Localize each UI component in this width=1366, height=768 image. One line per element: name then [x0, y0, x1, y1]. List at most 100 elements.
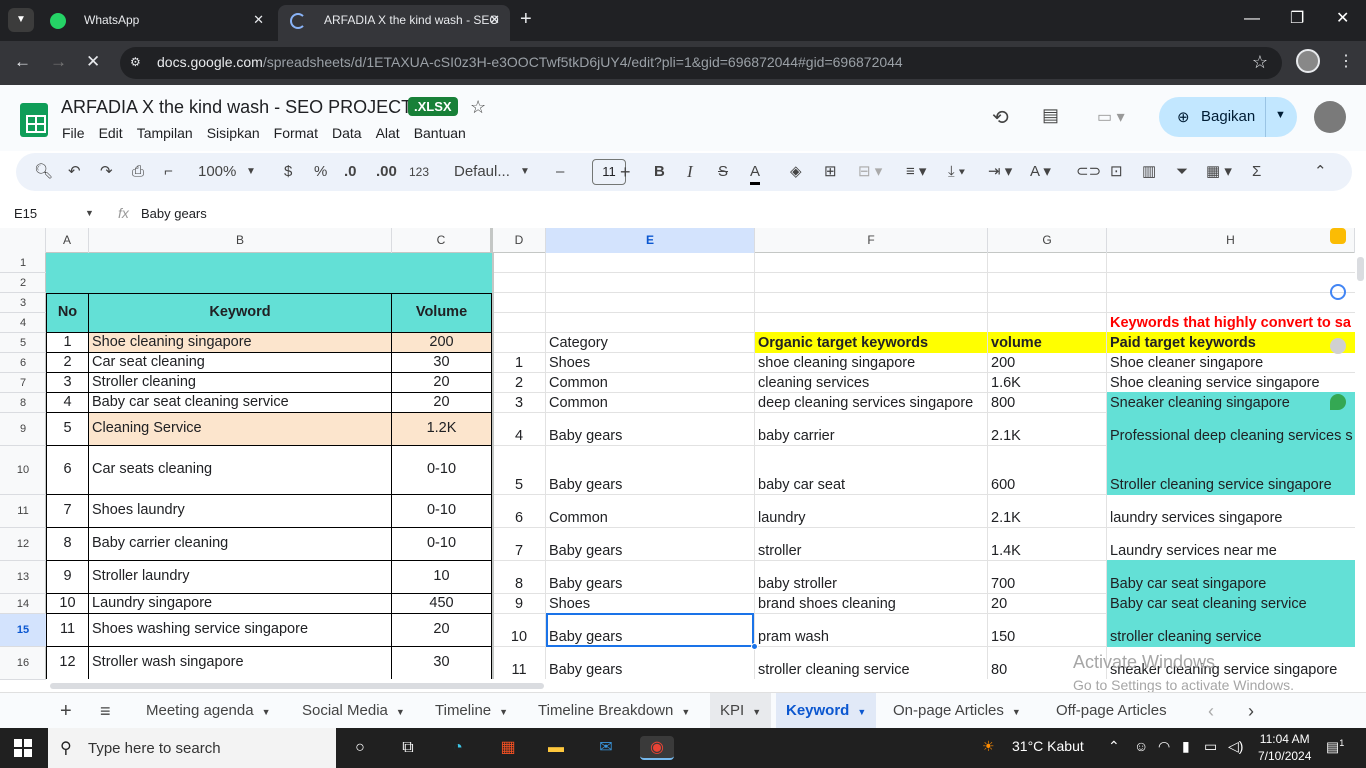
- text-color-button[interactable]: A: [750, 162, 761, 185]
- table-cell[interactable]: Baby car seat singapore: [1107, 560, 1355, 594]
- account-avatar[interactable]: [1314, 101, 1346, 133]
- table-cell[interactable]: 7: [493, 527, 545, 561]
- print-icon[interactable]: ⎙: [132, 162, 144, 182]
- tab-social-media[interactable]: Social Media ▼: [292, 693, 415, 729]
- text-rotate-icon[interactable]: A ▾: [1030, 162, 1051, 182]
- windows-start-icon[interactable]: [14, 739, 32, 757]
- collapse-toolbar-icon[interactable]: ⌃: [1314, 162, 1327, 182]
- column-header-f[interactable]: F: [755, 228, 988, 253]
- header-organic-keywords[interactable]: Organic target keywords: [755, 332, 987, 353]
- table-cell[interactable]: 20: [391, 392, 492, 413]
- menu-insert[interactable]: Sisipkan: [207, 125, 260, 141]
- vertical-align-icon[interactable]: ⤓ ▾: [948, 162, 965, 182]
- table-cell[interactable]: 20: [988, 593, 1106, 614]
- url-bar[interactable]: ⚙ docs.google.com/spreadsheets/d/1ETAXUA…: [120, 47, 1282, 79]
- select-all-corner[interactable]: [0, 228, 46, 253]
- menu-help[interactable]: Bantuan: [414, 125, 466, 141]
- table-cell[interactable]: 8: [493, 560, 545, 594]
- table-cell[interactable]: 6: [46, 445, 89, 495]
- table-cell[interactable]: 9: [493, 593, 545, 614]
- column-header-c[interactable]: C: [392, 228, 493, 253]
- row-header[interactable]: 13: [0, 561, 46, 594]
- zoom-select[interactable]: 100%: [198, 162, 236, 182]
- table-cell[interactable]: 200: [988, 352, 1106, 373]
- table-cell[interactable]: 10: [391, 560, 492, 594]
- browser-tab-whatsapp[interactable]: WhatsApp ✕: [38, 5, 274, 41]
- table-cell[interactable]: Shoe cleaning singapore: [88, 332, 392, 353]
- table-cell[interactable]: Shoes: [546, 593, 754, 614]
- table-cell[interactable]: 1.6K: [988, 372, 1106, 393]
- menu-data[interactable]: Data: [332, 125, 362, 141]
- table-cell[interactable]: 5: [46, 412, 89, 446]
- header-volume[interactable]: volume: [988, 332, 1106, 353]
- table-cell[interactable]: 600: [988, 445, 1106, 495]
- table-cell[interactable]: 0-10: [391, 527, 492, 561]
- filter-views-icon[interactable]: ▦ ▾: [1206, 162, 1232, 182]
- profile-avatar[interactable]: [1296, 49, 1320, 73]
- add-sheet-button[interactable]: +: [50, 693, 82, 729]
- browser-menu-icon[interactable]: ⋮: [1338, 51, 1354, 71]
- tab-kpi[interactable]: KPI ▼: [710, 693, 772, 729]
- formula-input[interactable]: Baby gears: [141, 206, 207, 221]
- table-cell[interactable]: deep cleaning services singapore: [755, 392, 987, 413]
- table-cell[interactable]: baby carrier: [755, 412, 987, 446]
- table-cell[interactable]: 20: [391, 613, 492, 647]
- percent-format-button[interactable]: %: [314, 162, 327, 182]
- paid-keywords-title[interactable]: Keywords that highly convert to sa: [1107, 312, 1355, 333]
- star-icon[interactable]: ☆: [470, 97, 486, 118]
- menu-edit[interactable]: Edit: [99, 125, 123, 141]
- table-cell[interactable]: Car seat cleaning: [88, 352, 392, 373]
- table-cell[interactable]: stroller cleaning service: [1107, 613, 1355, 647]
- minimize-icon[interactable]: —: [1244, 8, 1260, 30]
- table-cell[interactable]: 6: [493, 494, 545, 528]
- vertical-scrollbar[interactable]: [1355, 253, 1366, 679]
- column-header-g[interactable]: G: [988, 228, 1107, 253]
- decrease-decimal-button[interactable]: .0: [344, 162, 357, 182]
- table-cell[interactable]: Stroller cleaning: [88, 372, 392, 393]
- table-cell[interactable]: Laundry services near me: [1107, 527, 1355, 561]
- table-cell[interactable]: 30: [391, 352, 492, 373]
- table-cell[interactable]: Baby gears: [546, 646, 754, 679]
- tab-meeting-agenda[interactable]: Meeting agenda ▼: [136, 693, 281, 729]
- table-cell[interactable]: 800: [988, 392, 1106, 413]
- italic-button[interactable]: I: [687, 162, 693, 182]
- table-cell[interactable]: 2.1K: [988, 494, 1106, 528]
- volume-icon[interactable]: ◁): [1228, 738, 1243, 755]
- tasks-icon[interactable]: [1330, 284, 1346, 300]
- maps-icon[interactable]: [1330, 394, 1346, 410]
- column-header-h[interactable]: H: [1107, 228, 1355, 253]
- text-wrap-icon[interactable]: ⇥ ▾: [988, 162, 1012, 182]
- microphone-icon[interactable]: ▮: [1182, 738, 1190, 755]
- table-cell[interactable]: Car seats cleaning: [88, 445, 392, 495]
- decrease-font-size-button[interactable]: –: [556, 162, 564, 182]
- table-cell[interactable]: 4: [493, 412, 545, 446]
- table-cell[interactable]: Baby gears: [546, 527, 754, 561]
- sheets-logo-icon[interactable]: [20, 103, 48, 137]
- browser-tab-sheets[interactable]: ARFADIA X the kind wash - SEO ✕: [278, 5, 510, 41]
- increase-decimal-button[interactable]: .00: [376, 162, 397, 182]
- bold-button[interactable]: B: [654, 162, 665, 182]
- fill-color-icon[interactable]: ◈: [790, 162, 802, 182]
- comment-icon[interactable]: ▤: [1042, 105, 1059, 126]
- table-cell[interactable]: 3: [46, 372, 89, 393]
- table-cell[interactable]: Stroller laundry: [88, 560, 392, 594]
- table-cell[interactable]: Common: [546, 392, 754, 413]
- scroll-thumb[interactable]: [1357, 257, 1364, 281]
- keep-icon[interactable]: [1330, 228, 1346, 244]
- taskbar-search-box[interactable]: ⚲ Type here to search: [48, 728, 336, 768]
- table-cell[interactable]: Sneaker cleaning singapore: [1107, 392, 1355, 413]
- filter-icon[interactable]: ⏷: [1176, 162, 1188, 182]
- battery-icon[interactable]: ▭: [1204, 738, 1217, 755]
- functions-button[interactable]: Σ: [1252, 162, 1261, 182]
- table-cell[interactable]: Common: [546, 494, 754, 528]
- tab-off-page-articles[interactable]: Off-page Articles: [1046, 693, 1177, 729]
- table-cell[interactable]: 1.4K: [988, 527, 1106, 561]
- table-cell[interactable]: Baby car seat cleaning service: [1107, 593, 1355, 614]
- notification-icon[interactable]: ▤1: [1326, 738, 1344, 756]
- table-cell[interactable]: 11: [46, 613, 89, 647]
- table-cell[interactable]: 700: [988, 560, 1106, 594]
- close-tab-icon[interactable]: ✕: [253, 5, 264, 35]
- row-header[interactable]: 7: [0, 373, 46, 393]
- history-icon[interactable]: ⟲: [992, 105, 1009, 130]
- table-cell[interactable]: 30: [391, 646, 492, 679]
